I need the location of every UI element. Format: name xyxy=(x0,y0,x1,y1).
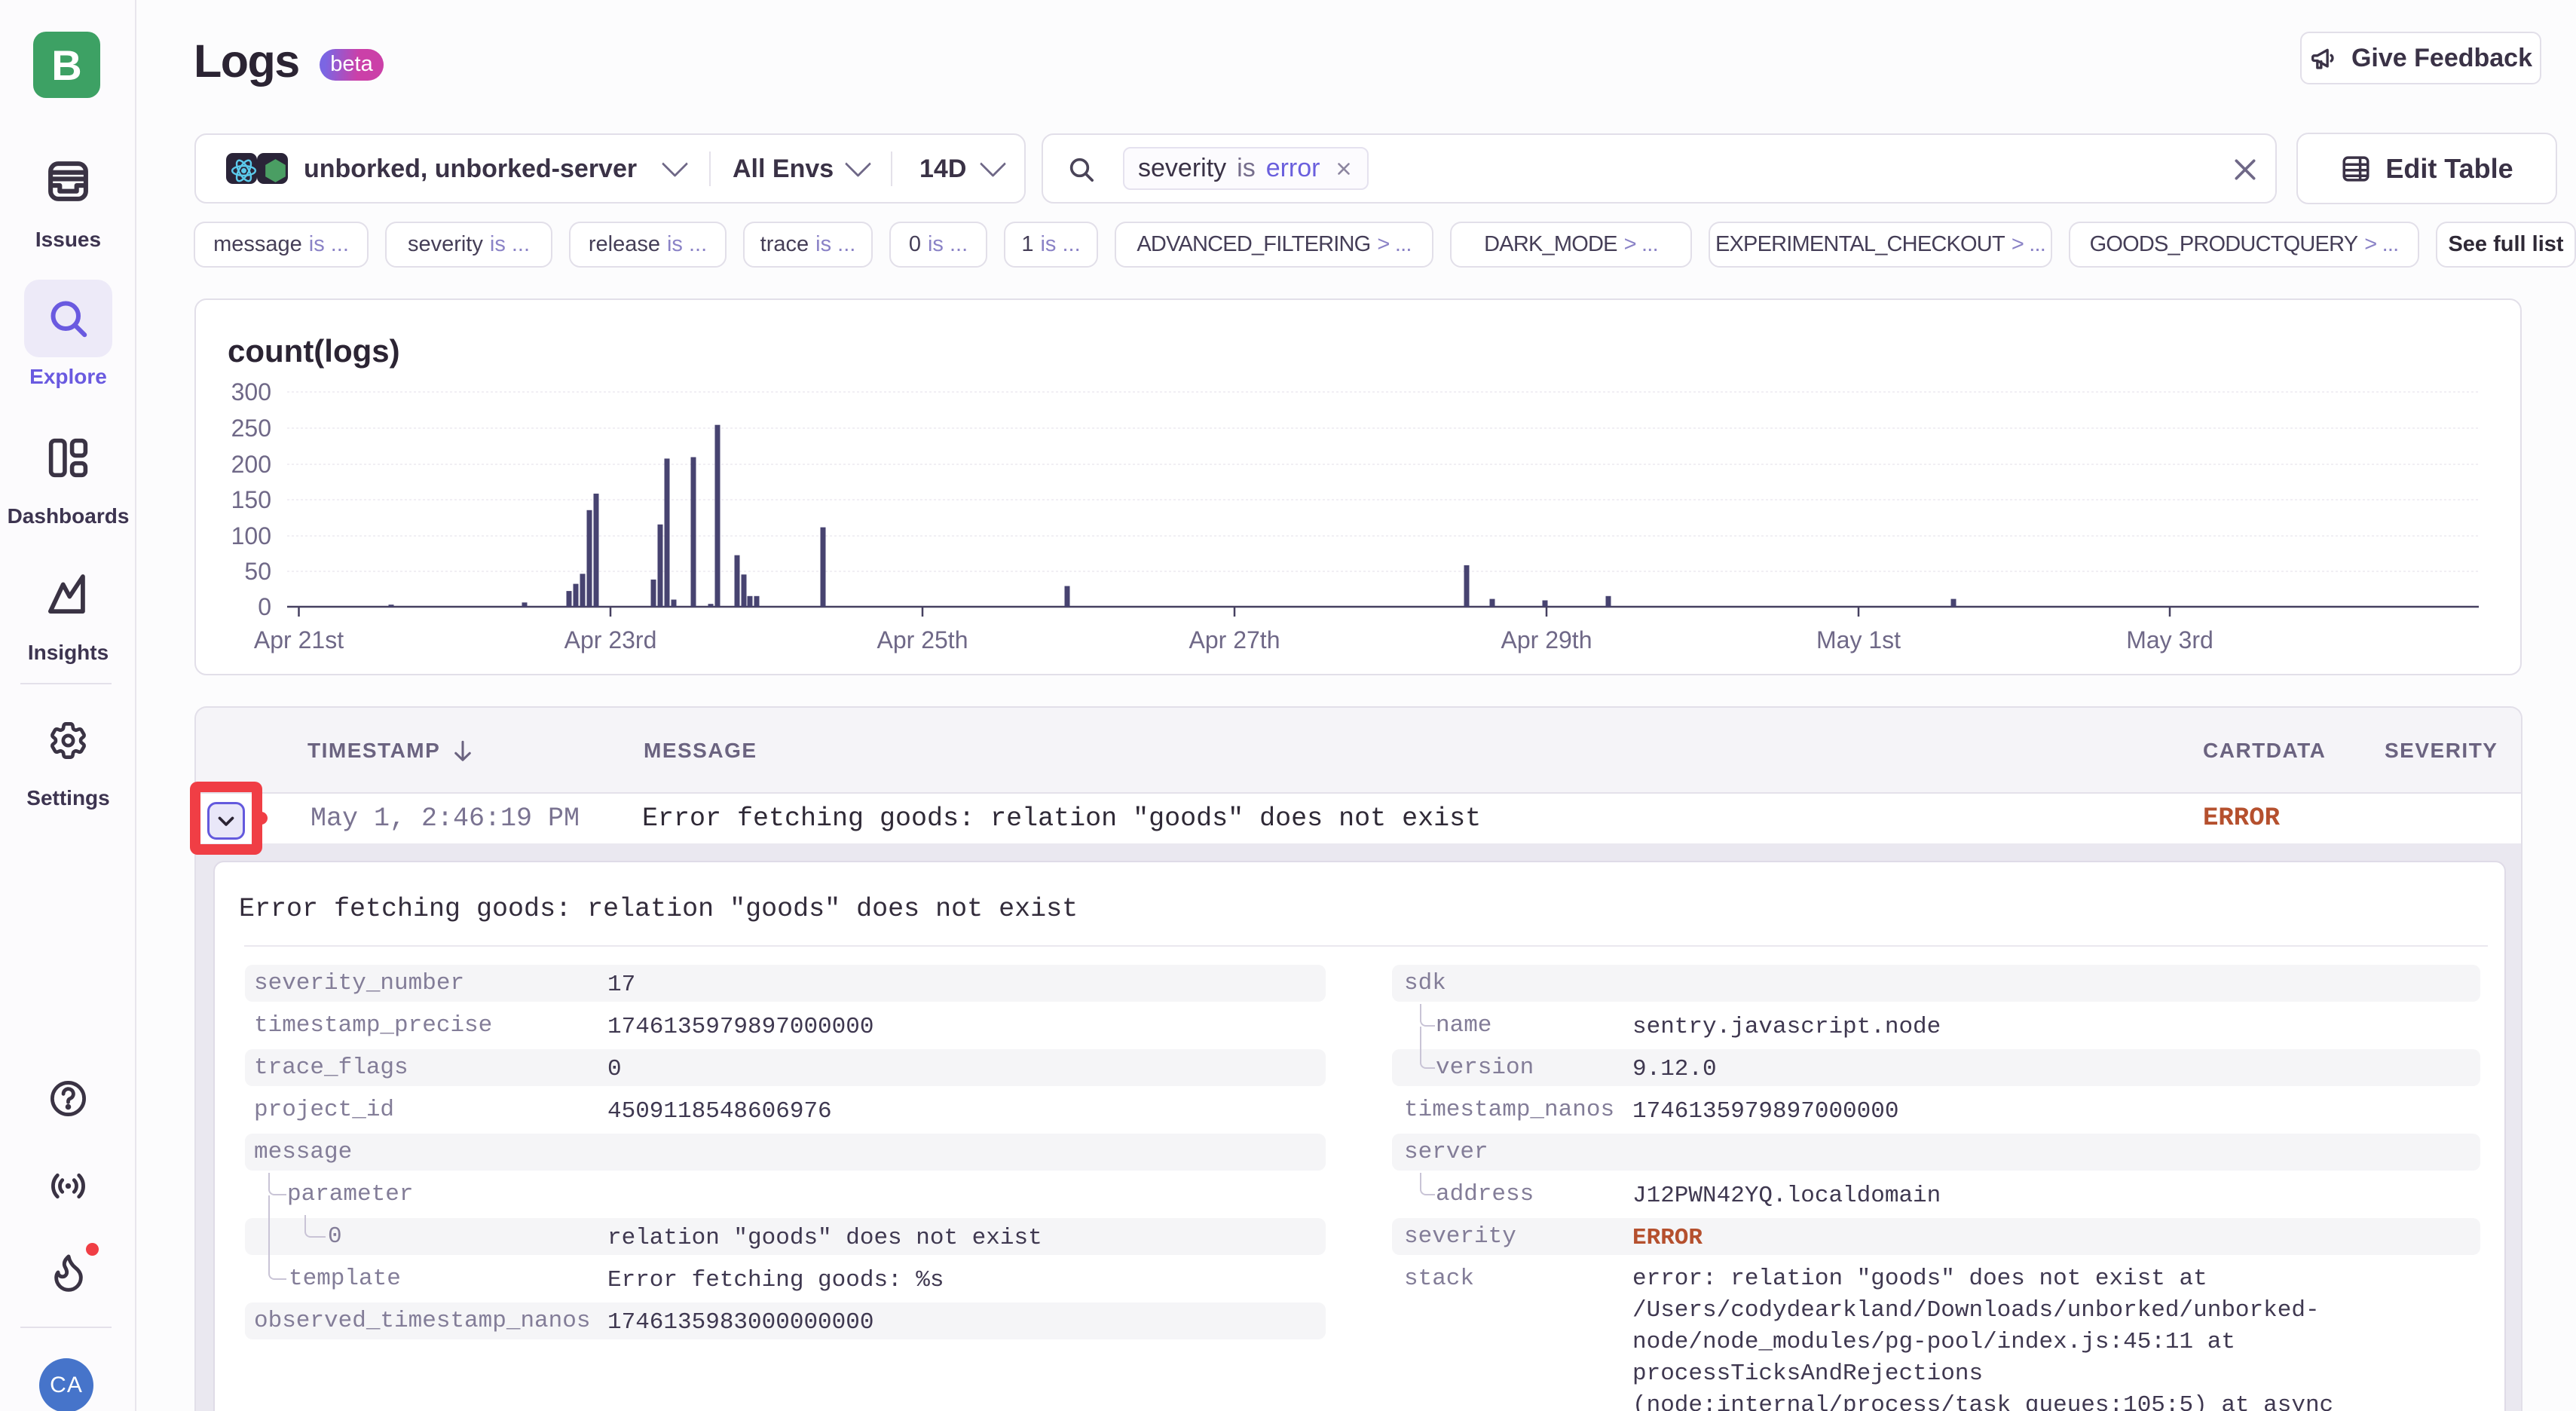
svg-text:200: 200 xyxy=(231,451,271,478)
svg-text:Apr 29th: Apr 29th xyxy=(1501,626,1592,653)
svg-text:May 1st: May 1st xyxy=(1816,626,1901,653)
svg-text:Apr 21st: Apr 21st xyxy=(254,626,344,653)
svg-text:150: 150 xyxy=(231,486,271,513)
svg-text:100: 100 xyxy=(231,522,271,549)
svg-text:Apr 23rd: Apr 23rd xyxy=(564,626,657,653)
svg-text:May 3rd: May 3rd xyxy=(2126,626,2213,653)
svg-text:300: 300 xyxy=(231,378,271,406)
svg-text:Apr 25th: Apr 25th xyxy=(877,626,968,653)
svg-text:50: 50 xyxy=(244,558,271,585)
svg-text:0: 0 xyxy=(258,593,271,620)
svg-text:Apr 27th: Apr 27th xyxy=(1189,626,1280,653)
svg-text:250: 250 xyxy=(231,415,271,442)
